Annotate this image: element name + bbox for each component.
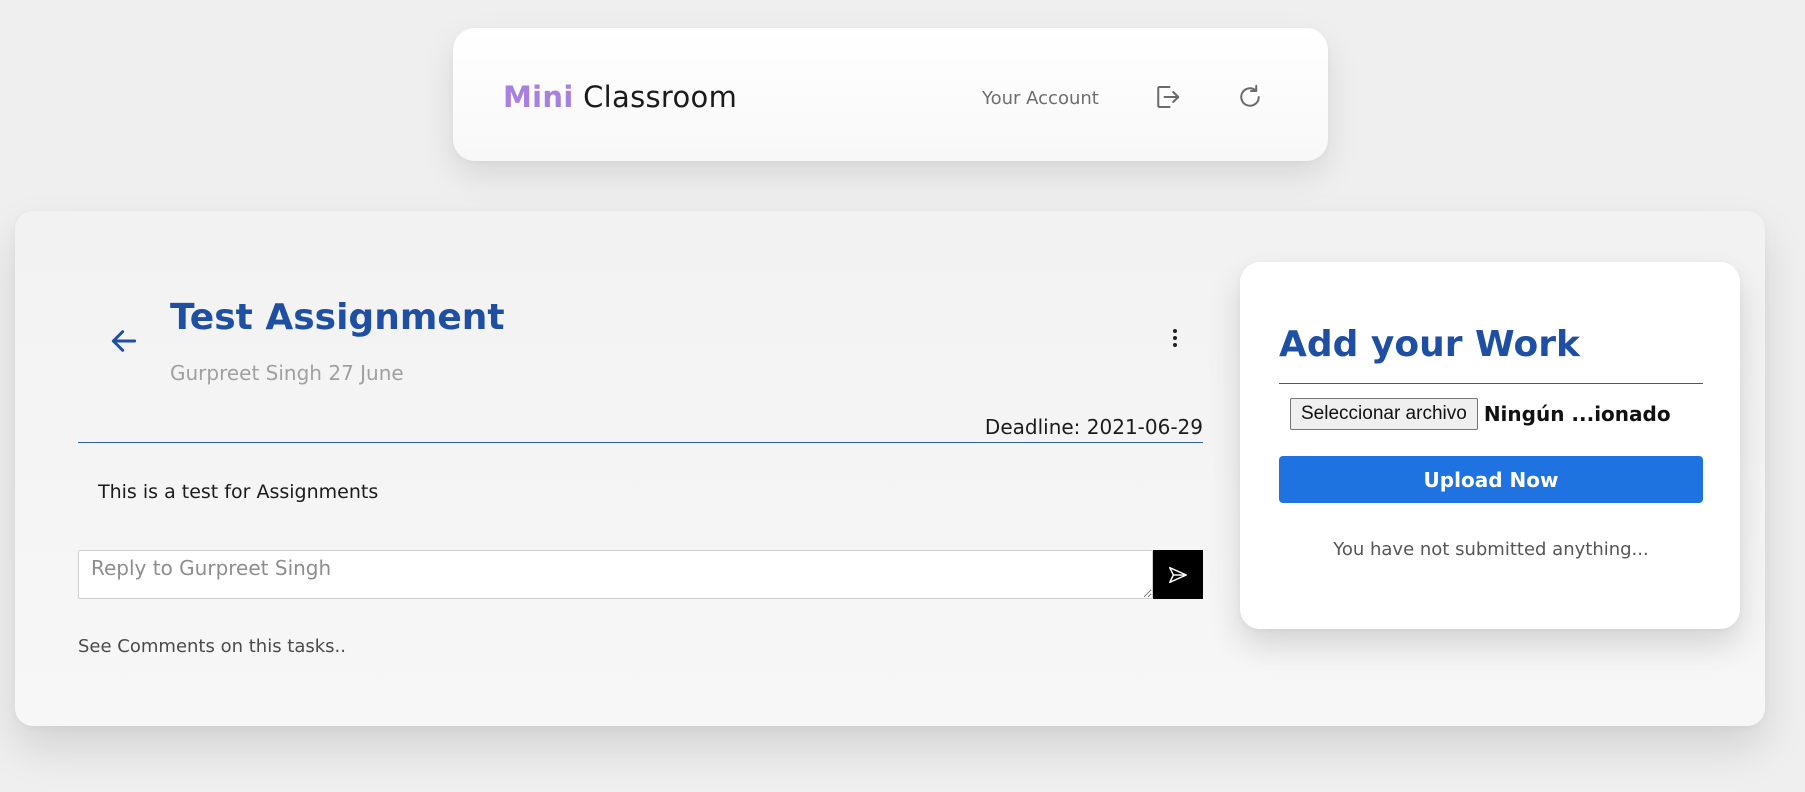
app-logo[interactable]: Mini Classroom — [503, 80, 737, 114]
assignment-card: Test Assignment Gurpreet Singh 27 June D… — [15, 211, 1765, 726]
choose-file-button[interactable]: Seleccionar archivo — [1290, 398, 1478, 430]
send-reply-button[interactable] — [1153, 550, 1203, 599]
add-work-panel: Add your Work Seleccionar archivo Ningún… — [1240, 262, 1740, 629]
reply-input[interactable] — [78, 550, 1153, 599]
brand-classroom: Classroom — [583, 80, 738, 114]
upload-now-button[interactable]: Upload Now — [1279, 456, 1703, 503]
refresh-icon[interactable] — [1233, 80, 1267, 114]
file-picker: Seleccionar archivo Ningún ...ionado — [1290, 398, 1671, 430]
more-options-icon[interactable] — [1163, 323, 1187, 353]
logout-icon[interactable] — [1150, 80, 1184, 114]
brand-mini: Mini — [503, 80, 574, 114]
file-status-text: Ningún ...ionado — [1483, 402, 1671, 426]
assignment-description: This is a test for Assignments — [98, 481, 379, 503]
send-icon — [1169, 566, 1187, 583]
assignment-author-date: Gurpreet Singh 27 June — [170, 361, 404, 385]
back-arrow-icon[interactable] — [104, 321, 144, 361]
assignment-title: Test Assignment — [170, 297, 505, 338]
assignment-deadline: Deadline: 2021-06-29 — [984, 415, 1203, 439]
see-comments-link[interactable]: See Comments on this tasks.. — [78, 636, 346, 657]
add-work-divider — [1279, 383, 1703, 384]
submission-status: You have not submitted anything... — [1333, 539, 1649, 560]
add-work-title: Add your Work — [1279, 324, 1580, 365]
header-divider — [78, 442, 1203, 443]
your-account-link[interactable]: Your Account — [982, 88, 1099, 109]
top-navbar: Mini Classroom Your Account — [453, 28, 1328, 161]
